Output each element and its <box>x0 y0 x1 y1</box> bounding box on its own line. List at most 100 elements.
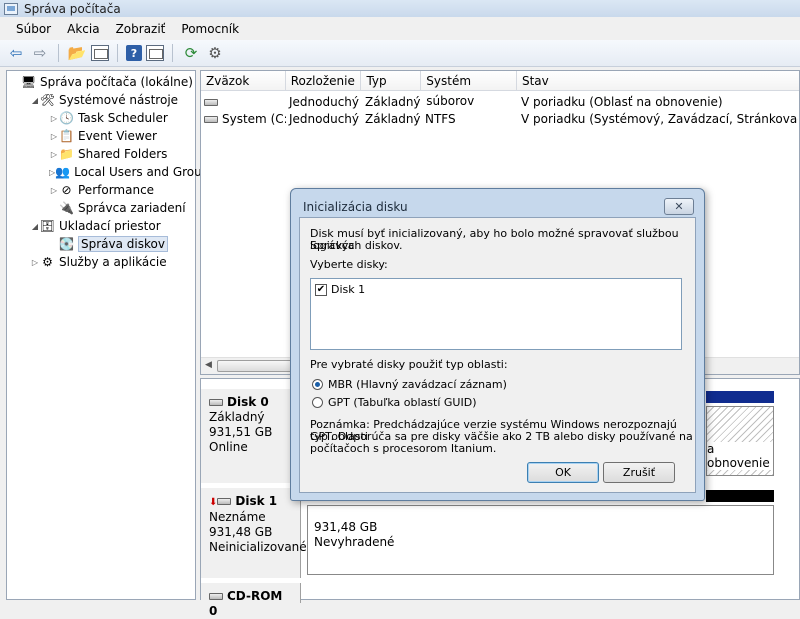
menu-file[interactable]: Súbor <box>8 22 59 36</box>
cancel-button[interactable]: Zrušiť <box>603 462 675 483</box>
tree-item[interactable]: ◢ 🗄 Ukladací priestor <box>7 217 195 235</box>
disk-icon <box>209 399 223 406</box>
initialize-disk-dialog: Inicializácia disku ✕ Disk musí byť inic… <box>290 188 705 501</box>
expander-icon[interactable]: ◢ <box>30 222 40 231</box>
tree-item[interactable]: 🖥 Správa počítača (lokálne) <box>7 73 195 91</box>
dialog-body: Disk musí byť inicializovaný, aby ho bol… <box>299 217 696 493</box>
column-header-status[interactable]: Stav <box>517 71 799 90</box>
expander-icon[interactable]: ▷ <box>49 150 59 159</box>
tree-item-label: Performance <box>78 183 155 197</box>
tree-item[interactable]: ▷ 👥 Local Users and Groups <box>7 163 216 181</box>
title-bar: Správa počítača <box>0 0 800 17</box>
gpt-option[interactable]: GPT (Tabuľka oblastí GUID) <box>312 396 476 409</box>
tree-item[interactable]: 💽 Správa diskov <box>7 235 195 253</box>
tree-item-label: Správca zariadení <box>78 201 186 215</box>
scroll-left-icon[interactable]: ◀ <box>205 360 212 370</box>
cdrom-icon <box>209 593 223 600</box>
tree-item-label: Shared Folders <box>78 147 168 161</box>
refresh-icon[interactable]: ⟳ <box>181 43 201 63</box>
disk-1-label[interactable]: ⬇ Disk 1 Neznáme 931,48 GB Neinicializova… <box>201 488 307 578</box>
column-header-filesystem[interactable]: Systém súborov <box>421 71 517 108</box>
disk-1-checkbox[interactable]: ✔ <box>315 283 327 296</box>
mbr-radio[interactable] <box>312 379 323 390</box>
disk-management-icon: 💽 <box>59 237 74 251</box>
ok-button[interactable]: OK <box>527 462 599 483</box>
tree-item-label: Správa diskov <box>78 236 168 252</box>
shared-folder-icon: 📁 <box>59 147 74 161</box>
tree-item[interactable]: ▷ ⚙ Služby a aplikácie <box>7 253 195 271</box>
tree-item-label: Ukladací priestor <box>59 219 161 233</box>
note-line3: počítačoch s procesorom Itanium. <box>310 442 497 455</box>
disk-select-list: ✔ Disk 1 <box>310 278 682 350</box>
expander-icon[interactable]: ▷ <box>49 132 59 141</box>
disk-icon <box>217 498 232 505</box>
volume-list-header: Zväzok Rozloženie Typ Systém súborov Sta… <box>201 71 799 108</box>
column-header-type[interactable]: Typ <box>361 71 422 90</box>
expander-icon[interactable]: ▷ <box>49 114 59 123</box>
tree-item-label: Local Users and Groups <box>74 165 216 179</box>
dialog-title: Inicializácia disku <box>303 200 408 214</box>
unallocated-size: 931,48 GB <box>314 520 378 534</box>
disk-1-status: Neinicializované <box>209 540 307 554</box>
menu-action[interactable]: Akcia <box>59 22 107 36</box>
expander-icon[interactable]: ◢ <box>30 96 40 105</box>
volume-name: System (C:) <box>222 111 286 126</box>
volume-layout: Jednoduchý <box>289 111 360 126</box>
drive-icon <box>204 98 218 106</box>
partition-style-label: Pre vybraté disky použiť typ oblasti: <box>310 358 508 371</box>
tree-item-label: Správa počítača (lokálne) <box>40 75 193 89</box>
volume-layout: Jednoduchý <box>289 94 360 109</box>
tree-item[interactable]: ◢ 🛠 Systémové nástroje <box>7 91 195 109</box>
disk-1-name: Disk 1 <box>235 494 278 508</box>
disk-0-size: 931,51 GB <box>209 425 273 439</box>
clock-icon: 🕓 <box>59 111 74 125</box>
help-icon[interactable]: ? <box>126 45 142 61</box>
column-header-volume[interactable]: Zväzok <box>201 71 286 90</box>
tree-item-label: Systémové nástroje <box>59 93 179 107</box>
cdrom-label[interactable]: CD-ROM 0 <box>201 583 301 618</box>
expander-icon[interactable]: ▷ <box>49 186 59 195</box>
unallocated-space[interactable]: 931,48 GB Nevyhradené <box>307 505 774 575</box>
back-arrow-icon[interactable]: ⇦ <box>6 43 26 63</box>
column-header-layout[interactable]: Rozloženie <box>286 71 362 90</box>
table-row[interactable]: System (C:) Jednoduchý Základný NTFS V p… <box>201 110 799 127</box>
tree-item-label: Event Viewer <box>78 129 157 143</box>
settings-icon[interactable]: ⚙ <box>205 43 225 63</box>
tree-item[interactable]: ▷ 🕓 Task Scheduler <box>7 109 195 127</box>
close-icon: ✕ <box>674 200 684 213</box>
tree-item[interactable]: ▷ 📁 Shared Folders <box>7 145 195 163</box>
device-manager-icon: 🔌 <box>59 201 74 215</box>
tree-item[interactable]: ▷ ⊘ Performance <box>7 181 195 199</box>
storage-icon: 🗄 <box>39 219 56 233</box>
expander-icon[interactable]: ▷ <box>30 258 40 267</box>
up-folder-icon[interactable]: 📂 <box>67 43 87 63</box>
intro-text-line2: logických diskov. <box>310 239 403 252</box>
tree-item[interactable]: ▷ 📋 Event Viewer <box>7 127 195 145</box>
toolbar-separator <box>172 44 173 62</box>
menu-help[interactable]: Pomocník <box>173 22 247 36</box>
list-item[interactable]: ✔ Disk 1 <box>315 283 365 296</box>
mbr-option[interactable]: MBR (Hlavný zavádzací záznam) <box>312 378 507 391</box>
partition-status: a obnovenie <box>707 442 773 470</box>
volume-filesystem: NTFS <box>425 111 456 126</box>
disk-0-label[interactable]: Disk 0 Základný 931,51 GB Online <box>201 389 301 483</box>
properties-icon[interactable] <box>146 45 164 61</box>
forward-arrow-icon[interactable]: ⇨ <box>30 43 50 63</box>
performance-icon: ⊘ <box>61 183 72 197</box>
partition-header-bar <box>706 391 774 403</box>
table-row[interactable]: Jednoduchý Základný V poriadku (Oblasť n… <box>201 93 799 110</box>
disk-1-type: Neznáme <box>209 510 266 524</box>
close-button[interactable]: ✕ <box>664 198 694 215</box>
disk-1-size: 931,48 GB <box>209 525 273 539</box>
drive-icon <box>204 115 218 123</box>
scrollbar-thumb[interactable] <box>217 360 297 372</box>
unallocated-header-bar <box>706 490 774 502</box>
gpt-radio[interactable] <box>312 397 323 408</box>
recovery-partition[interactable]: a obnovenie <box>706 406 774 476</box>
menu-view[interactable]: Zobraziť <box>108 22 174 36</box>
tree-item[interactable]: 🔌 Správca zariadení <box>7 199 195 217</box>
volume-status: V poriadku (Oblasť na obnovenie) <box>521 94 723 109</box>
show-hide-tree-icon[interactable] <box>91 45 109 61</box>
menu-bar: Súbor Akcia Zobraziť Pomocník <box>0 18 800 40</box>
disk-0-status: Online <box>209 440 248 454</box>
